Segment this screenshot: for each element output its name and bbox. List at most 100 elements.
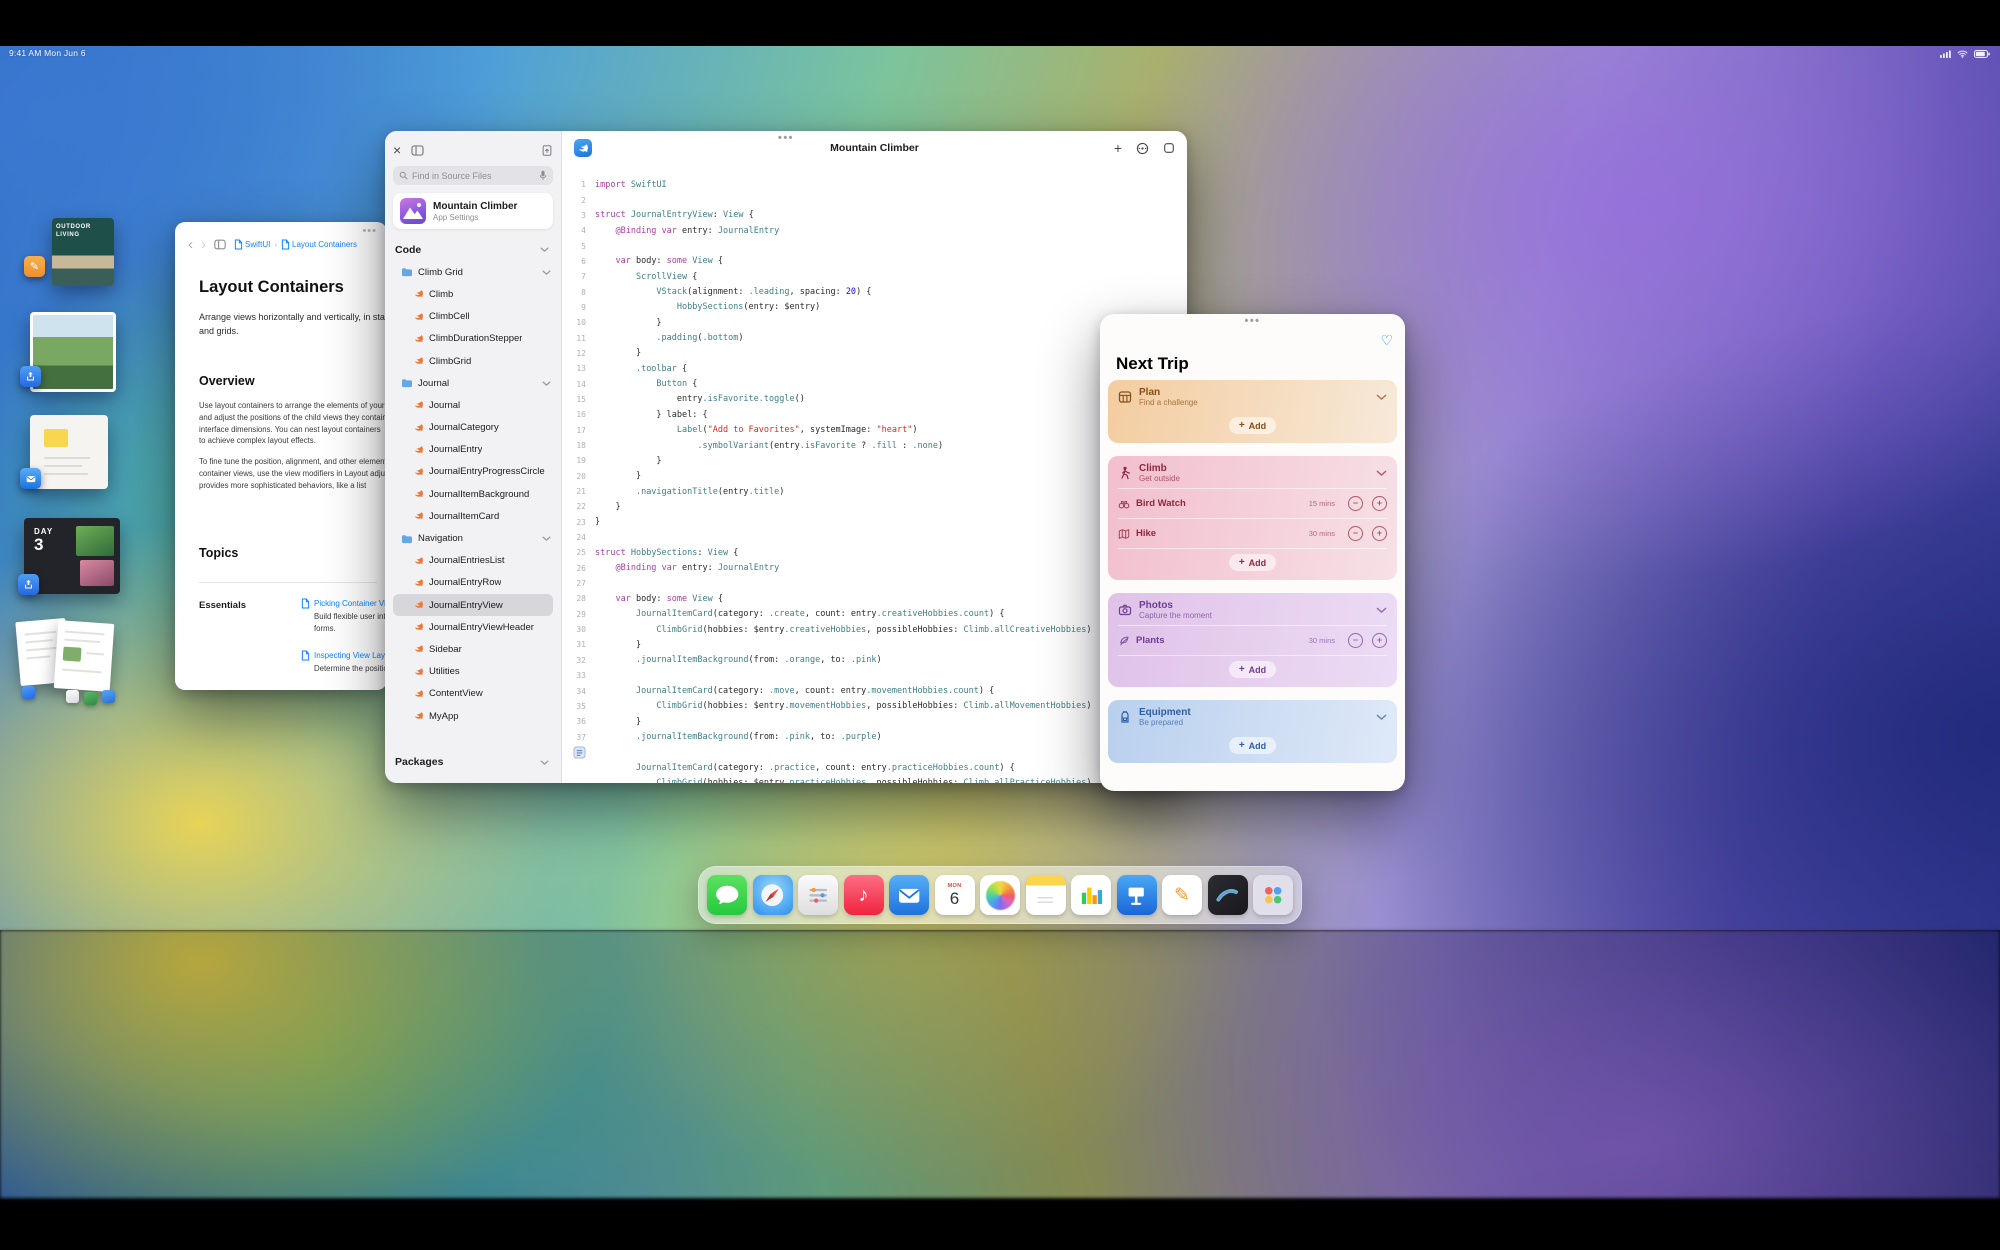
code-text: @Binding var entry: JournalEntry — [615, 563, 780, 574]
sidebar-file-climb[interactable]: Climb — [393, 283, 553, 305]
breadcrumb-label: Layout Containers — [292, 239, 357, 249]
mail-badge-icon[interactable] — [20, 468, 41, 489]
menubar-clock: 9:41 AM Mon Jun 6 — [9, 48, 86, 58]
stage-thumbnail-document[interactable] — [53, 620, 115, 692]
camera-icon — [1118, 603, 1132, 617]
code-editor: Mountain Climber + 1 import SwiftUI 2 3 stru… — [562, 131, 1187, 783]
sidebar-file-journalentrieslist[interactable]: JournalEntriesList — [393, 550, 553, 572]
dock-drawing-icon[interactable]: ✎ — [1162, 875, 1202, 915]
sidebar-file-myapp[interactable]: MyApp — [393, 705, 553, 727]
sidebar-file-climbcell[interactable]: ClimbCell — [393, 306, 553, 328]
sidebar-folder-navigation[interactable]: Navigation — [393, 527, 553, 549]
sidebar-file-utilities[interactable]: Utilities — [393, 661, 553, 683]
microphone-icon[interactable] — [539, 170, 547, 181]
stage-thumbnail-photo[interactable] — [30, 312, 116, 392]
sidebar-file-journalentryrow[interactable]: JournalEntryRow — [393, 572, 553, 594]
sidebar-section-code[interactable]: Code — [393, 239, 553, 261]
stage-thumbnail-magazine[interactable]: OUTDOOR LIVING — [52, 218, 114, 286]
gutter-marker-icon[interactable] — [562, 746, 586, 759]
topic-link-picking-container-views-for-your-content[interactable]: Picking Container Views for Your Content — [314, 599, 387, 608]
sidebar-file-journalentry[interactable]: JournalEntry — [393, 439, 553, 461]
window-drag-handle[interactable]: ••• — [778, 132, 794, 144]
decrement-button[interactable]: − — [1348, 526, 1363, 541]
breadcrumb: SwiftUI › Layout Containers — [234, 239, 357, 250]
sidebar-file-journal[interactable]: Journal — [393, 394, 553, 416]
breadcrumb-item-swiftui[interactable]: SwiftUI — [234, 239, 270, 250]
mini-app-icon[interactable] — [66, 690, 79, 703]
sidebar-file-journalitembackground[interactable]: JournalItemBackground — [393, 483, 553, 505]
toggle-sidebar-icon[interactable] — [411, 144, 424, 156]
close-project-button[interactable]: × — [393, 143, 401, 157]
dock-keynote-icon[interactable] — [1116, 875, 1157, 915]
folder-label: Climb Grid — [418, 266, 463, 278]
run-destination-icon[interactable] — [1136, 142, 1149, 155]
sidebar-file-sidebar[interactable]: Sidebar — [393, 638, 553, 660]
sidebar-folder-climb-grid[interactable]: Climb Grid — [393, 261, 553, 283]
sidebar-file-climbgrid[interactable]: ClimbGrid — [393, 350, 553, 372]
add-activity-button[interactable]: + Add — [1228, 554, 1277, 571]
dock-notes-icon[interactable] — [1025, 875, 1066, 915]
increment-button[interactable]: + — [1372, 633, 1387, 648]
decrement-button[interactable]: − — [1348, 496, 1363, 511]
favorite-heart-icon[interactable]: ♡ — [1380, 332, 1393, 349]
add-button[interactable]: + — [1114, 141, 1122, 155]
table-of-contents-icon[interactable] — [214, 239, 226, 250]
add-activity-button[interactable]: + Add — [1228, 661, 1277, 678]
dock-procreate-icon[interactable] — [1207, 875, 1248, 915]
dock-numbers-icon[interactable] — [1071, 875, 1111, 915]
line-number: 27 — [576, 579, 586, 589]
stop-app-button[interactable] — [1163, 142, 1175, 154]
card-header-plan[interactable]: Plan Find a challenge — [1118, 382, 1387, 412]
sidebar-folder-journal[interactable]: Journal — [393, 372, 553, 394]
stage-thumbnail-notes[interactable] — [30, 415, 108, 489]
code-text: .padding(.bottom) — [656, 333, 744, 344]
sidebar-file-journalentryview[interactable]: JournalEntryView — [393, 594, 553, 617]
sidebar-file-climbdurationstepper[interactable]: ClimbDurationStepper — [393, 328, 553, 350]
sidebar-file-journalentryprogresscircle[interactable]: JournalEntryProgressCircle — [393, 461, 553, 483]
card-header-photos[interactable]: Photos Capture the moment — [1118, 595, 1387, 625]
sidebar-file-journalentryviewheader[interactable]: JournalEntryViewHeader — [393, 616, 553, 638]
add-activity-button[interactable]: + Add — [1228, 417, 1277, 434]
add-activity-button[interactable]: + Add — [1228, 737, 1277, 754]
mini-app-icon[interactable] — [102, 690, 115, 703]
dock-messages-icon[interactable] — [707, 875, 747, 915]
dock-settings-icon[interactable] — [798, 875, 838, 915]
decrement-button[interactable]: − — [1348, 633, 1363, 648]
forward-button[interactable]: › — [201, 237, 206, 252]
window-drag-handle[interactable]: ••• — [1244, 315, 1260, 327]
chevron-down-icon[interactable] — [1376, 714, 1387, 720]
increment-button[interactable]: + — [1372, 526, 1387, 541]
dock-photos-icon[interactable] — [980, 875, 1020, 915]
activity-duration: 30 mins — [1308, 529, 1335, 538]
sidebar-section-packages[interactable]: Packages — [393, 751, 553, 773]
sidebar-file-journalitemcard[interactable]: JournalItemCard — [393, 505, 553, 527]
breadcrumb-separator: › — [274, 239, 278, 249]
chevron-down-icon[interactable] — [1376, 394, 1387, 400]
dock-safari-icon[interactable] — [752, 875, 793, 915]
breadcrumb-item-layout-containers[interactable]: Layout Containers — [281, 239, 357, 250]
increment-button[interactable]: + — [1372, 496, 1387, 511]
share-badge-icon[interactable] — [20, 366, 41, 387]
new-file-icon[interactable] — [541, 144, 553, 157]
mini-app-icon[interactable] — [84, 692, 97, 705]
back-button[interactable]: ‹ — [188, 237, 193, 252]
app-settings-card[interactable]: Mountain Climber App Settings — [393, 193, 553, 229]
share-badge-icon[interactable] — [18, 574, 39, 595]
sidebar-file-contentview[interactable]: ContentView — [393, 683, 553, 705]
file-label: JournalEntryRow — [429, 577, 502, 589]
dock-mail-icon[interactable] — [889, 875, 929, 915]
code-area[interactable]: 1 import SwiftUI 2 3 struct JournalEntryView… — [562, 165, 1187, 783]
dock-calendar-icon[interactable]: MON 6 — [934, 875, 975, 915]
card-header-equipment[interactable]: Equipment Be prepared — [1118, 702, 1387, 732]
chevron-down-icon[interactable] — [1376, 607, 1387, 613]
dock-app-library-icon[interactable] — [1253, 875, 1293, 915]
card-name: Climb — [1139, 462, 1167, 474]
dock-music-icon[interactable]: ♪ — [843, 875, 884, 915]
sidebar-file-journalcategory[interactable]: JournalCategory — [393, 417, 553, 439]
chevron-down-icon[interactable] — [1376, 470, 1387, 476]
pencil-badge-icon[interactable]: ✎ — [24, 256, 45, 277]
mini-app-icon[interactable] — [22, 686, 35, 699]
card-header-climb[interactable]: Climb Get outside — [1118, 458, 1387, 488]
search-input[interactable]: Find in Source Files — [393, 166, 553, 185]
topic-link-inspecting-view-layout[interactable]: Inspecting View Layout — [314, 651, 387, 660]
